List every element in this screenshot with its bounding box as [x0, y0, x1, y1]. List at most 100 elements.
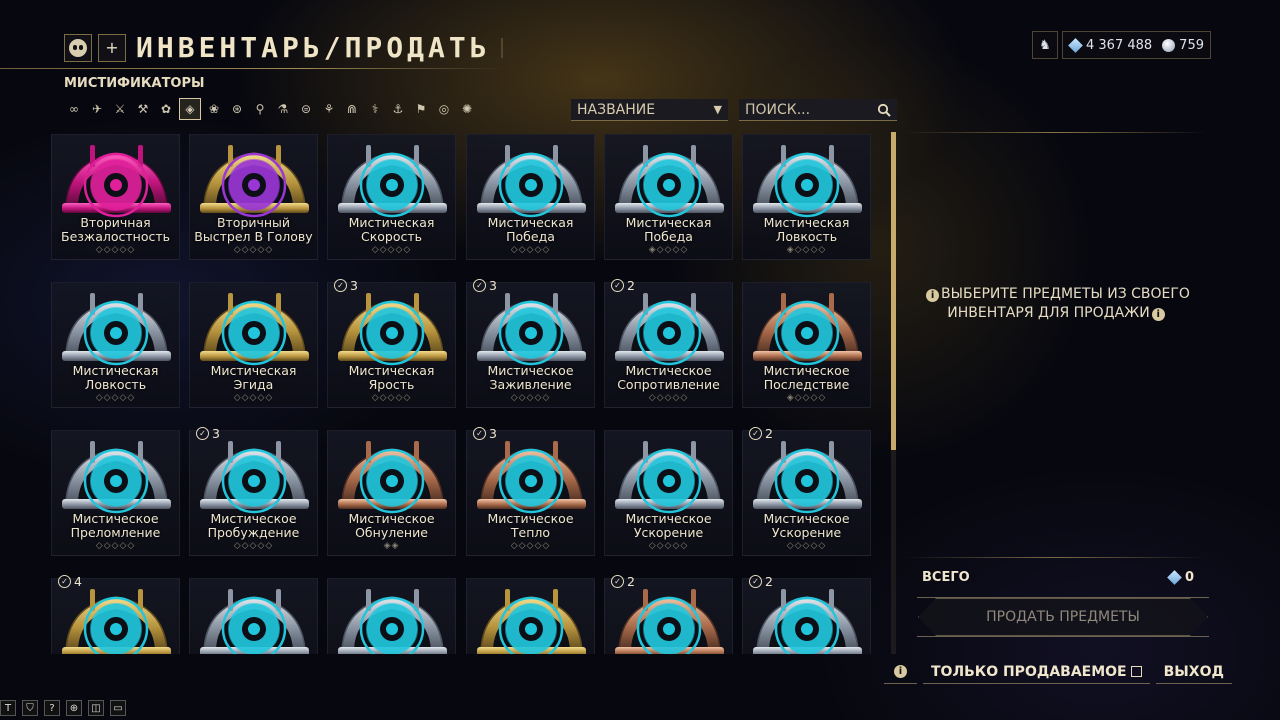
somatic-emblem-icon: [753, 589, 862, 654]
tray-icon-4[interactable]: ◫: [88, 700, 104, 716]
item-card[interactable]: Мистическое Ускорение ◇◇◇◇◇: [604, 430, 733, 556]
rank-pips: ◇◇◇◇◇: [648, 541, 689, 551]
title-decoration: [500, 37, 541, 58]
only-sellable-toggle[interactable]: ТОЛЬКО ПРОДАВАЕМОЕ: [923, 660, 1150, 684]
item-name: Мистическое Последствие: [763, 363, 850, 392]
filter-icon-17[interactable]: ✺: [457, 98, 477, 120]
market-button[interactable]: ♞: [1032, 31, 1058, 59]
item-card[interactable]: Мистическая Победа ◇◇◇◇◇: [466, 134, 595, 260]
item-card[interactable]: Мистическое Тепло ◇◇◇◇◇ ✓ 3: [466, 426, 595, 556]
filter-icon-6[interactable]: ❀: [204, 98, 224, 120]
add-button[interactable]: +: [98, 33, 126, 62]
only-sellable-label: ТОЛЬКО ПРОДАВАЕМОЕ: [931, 663, 1127, 680]
search-input[interactable]: ПОИСК...: [739, 99, 897, 121]
somatic-emblem-icon: [615, 145, 724, 218]
check-icon: ✓: [473, 279, 486, 292]
item-card[interactable]: Мистическая Ярость ◇◇◇◇◇ ✓ 3: [327, 278, 456, 408]
filter-icon-16[interactable]: ◎: [434, 98, 454, 120]
item-card[interactable]: Мистическое Обнуление ◈◈: [327, 430, 456, 556]
sell-items-button[interactable]: ПРОДАТЬ ПРЕДМЕТЫ: [918, 598, 1208, 636]
item-name: Мистическое Обнуление: [348, 511, 435, 540]
item-name: Мистическое Преломление: [70, 511, 161, 540]
header-divider: [0, 68, 505, 69]
rank-pips: ◇◇◇◇◇: [648, 393, 689, 403]
info-button[interactable]: i: [884, 660, 917, 684]
item-card[interactable]: ✓ 4: [51, 574, 180, 654]
somatic-emblem-icon: [753, 441, 862, 514]
profile-button[interactable]: [64, 33, 92, 62]
tray-icon-5[interactable]: ▭: [110, 700, 126, 716]
item-name: Мистическое Сопротивление: [617, 363, 720, 392]
item-card[interactable]: Мистическое Преломление ◇◇◇◇◇: [51, 430, 180, 556]
item-card[interactable]: [189, 578, 318, 654]
item-card[interactable]: Мистическая Ловкость ◈◇◇◇◇: [742, 134, 871, 260]
tray-icon-0[interactable]: T: [0, 700, 16, 716]
check-icon: ✓: [334, 279, 347, 292]
filter-icon-12[interactable]: ⋒: [342, 98, 362, 120]
tray-icon-2[interactable]: ?: [44, 700, 60, 716]
item-card[interactable]: Мистическая Скорость ◇◇◇◇◇: [327, 134, 456, 260]
filter-icon-14[interactable]: ⚓: [388, 98, 408, 120]
item-card[interactable]: Вторичная Безжалостность ◇◇◇◇◇: [51, 134, 180, 260]
total-label: ВСЕГО: [922, 570, 970, 585]
item-card[interactable]: Мистическая Победа ◈◇◇◇◇: [604, 134, 733, 260]
tray-icon-1[interactable]: ⛉: [22, 700, 38, 716]
owned-count: ✓ 3: [334, 278, 358, 293]
filter-icon-13[interactable]: ⚕: [365, 98, 385, 120]
item-card[interactable]: Вторичный Выстрел В Голову ◇◇◇◇◇: [189, 134, 318, 260]
check-icon: ✓: [749, 575, 762, 588]
somatic-emblem-icon: [615, 589, 724, 654]
check-icon: ✓: [611, 279, 624, 292]
item-card[interactable]: Мистическое Заживление ◇◇◇◇◇ ✓ 3: [466, 278, 595, 408]
filter-icon-2[interactable]: ⚔: [110, 98, 130, 120]
sort-label: НАЗВАНИЕ: [577, 101, 656, 118]
item-card[interactable]: Мистическое Последствие ◈◇◇◇◇: [742, 282, 871, 408]
filter-icon-4[interactable]: ✿: [156, 98, 176, 120]
filter-icon-9[interactable]: ⚗: [273, 98, 293, 120]
item-card[interactable]: Мистическое Сопротивление ◇◇◇◇◇ ✓ 2: [604, 278, 733, 408]
filter-icon-7[interactable]: ⊛: [227, 98, 247, 120]
footer-bar: i ТОЛЬКО ПРОДАВАЕМОЕ ВЫХОД: [884, 660, 1232, 684]
filter-icon-10[interactable]: ⊜: [296, 98, 316, 120]
item-name: Мистическая Победа: [487, 215, 574, 244]
item-name: Вторичный Выстрел В Голову: [194, 215, 313, 244]
check-icon: ✓: [196, 427, 209, 440]
filter-icon-8[interactable]: ⚲: [250, 98, 270, 120]
somatic-emblem-icon: [753, 145, 862, 218]
item-card[interactable]: Мистическая Ловкость ◇◇◇◇◇: [51, 282, 180, 408]
scrollbar-thumb[interactable]: [891, 132, 896, 450]
owned-count: ✓ 2: [749, 426, 773, 441]
somatic-emblem-icon: [200, 293, 309, 366]
owned-count: ✓ 2: [749, 574, 773, 589]
platinum-icon: [1167, 570, 1182, 585]
somatic-emblem-icon: [62, 145, 171, 218]
item-card[interactable]: Мистическая Эгида ◇◇◇◇◇: [189, 282, 318, 408]
somatic-emblem-icon: [62, 441, 171, 514]
platinum-amount: 4 367 488: [1086, 37, 1153, 53]
platinum-icon: [1068, 37, 1083, 53]
filter-icon-1[interactable]: ✈: [87, 98, 107, 120]
somatic-emblem-icon: [753, 293, 862, 366]
panel-divider: [904, 132, 1207, 133]
filter-icon-0[interactable]: ∞: [64, 98, 84, 120]
item-card[interactable]: ✓ 2: [604, 574, 733, 654]
item-card[interactable]: Мистическое Пробуждение ◇◇◇◇◇ ✓ 3: [189, 426, 318, 556]
checkbox-icon: [1130, 666, 1142, 677]
filter-icon-3[interactable]: ⚒: [133, 98, 153, 120]
orb-icon: [1162, 38, 1176, 52]
hint-line-1: ВЫБЕРИТЕ ПРЕДМЕТЫ ИЗ СВОЕГО: [941, 286, 1190, 302]
item-card[interactable]: Мистическое Ускорение ◇◇◇◇◇ ✓ 2: [742, 426, 871, 556]
tray-icon-3[interactable]: ⊕: [66, 700, 82, 716]
sort-dropdown[interactable]: НАЗВАНИЕ ▼: [571, 99, 728, 121]
rank-pips: ◇◇◇◇◇: [233, 393, 274, 403]
filter-icon-11[interactable]: ⚘: [319, 98, 339, 120]
item-card[interactable]: ✓ 2: [742, 574, 871, 654]
item-card[interactable]: [327, 578, 456, 654]
item-name: Мистическое Заживление: [487, 363, 574, 392]
exit-button[interactable]: ВЫХОД: [1155, 660, 1232, 684]
check-icon: ✓: [58, 575, 71, 588]
filter-icon-15[interactable]: ⚑: [411, 98, 431, 120]
item-card[interactable]: [466, 578, 595, 654]
system-tray: T ⛉? ⊕ ◫ ▭: [0, 700, 126, 716]
filter-icon-5[interactable]: ◈: [179, 98, 201, 120]
